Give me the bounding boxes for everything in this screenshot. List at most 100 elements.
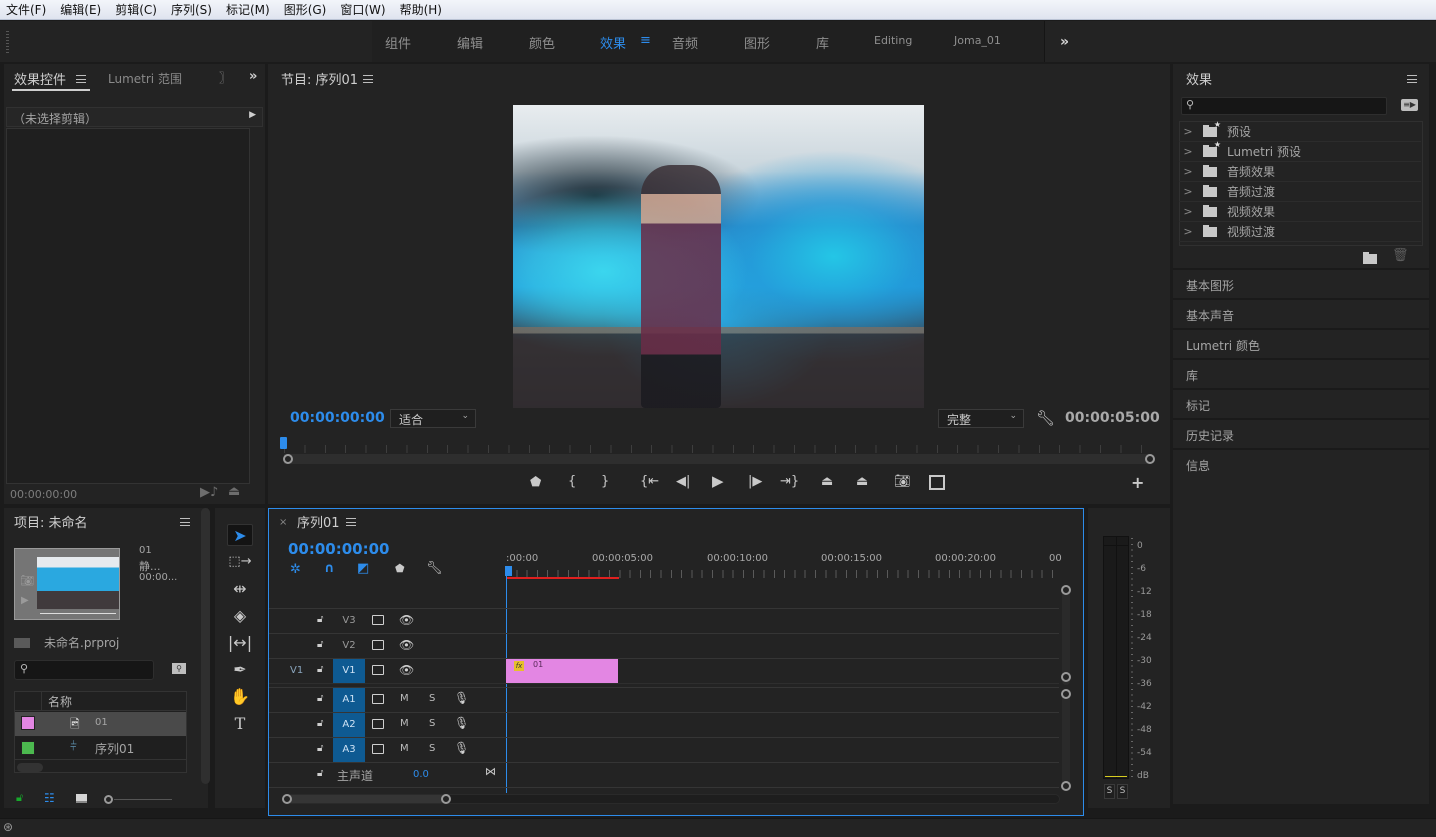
scroll-handle[interactable] (1061, 585, 1071, 595)
effects-search-input[interactable]: ⚲ (1181, 97, 1387, 115)
hand-tool-icon[interactable]: ✋ (227, 686, 253, 708)
list-item[interactable]: 🖻︎ 01 (15, 712, 186, 736)
slip-tool-icon[interactable]: |↔| (227, 632, 253, 654)
list-view-icon[interactable]: ☷ (44, 791, 55, 805)
nest-toggle-icon[interactable]: ✲ (290, 562, 301, 577)
timeline-clip[interactable]: fx 01 (506, 659, 618, 683)
video-preview[interactable] (513, 105, 924, 408)
microphone-icon[interactable]: 🎙︎ (454, 716, 469, 730)
go-to-end-icon[interactable]: ⋈ (485, 765, 496, 778)
solo-button[interactable]: S (429, 743, 435, 754)
menu-file[interactable]: 文件(F) (6, 1, 46, 18)
sync-lock-icon[interactable] (372, 744, 384, 754)
workspace-effects[interactable]: 效果 (600, 33, 626, 52)
comparison-view-icon[interactable] (929, 475, 945, 490)
effects-tree-item[interactable]: > 视频过渡 (1179, 222, 1421, 242)
audio-vertical-scrollbar[interactable] (1062, 692, 1070, 787)
expand-arrow-icon[interactable]: ▶ (249, 110, 256, 120)
mute-button[interactable]: M (400, 743, 409, 754)
chevron-right-icon[interactable]: > (1179, 125, 1197, 138)
workspace-editing-cn[interactable]: 编辑 (457, 33, 483, 52)
workspace-graphics[interactable]: 图形 (744, 33, 770, 52)
tab-effect-controls[interactable]: 效果控件 (14, 69, 66, 88)
lock-icon[interactable]: 🔓︎ (317, 639, 323, 650)
workspace-libraries[interactable]: 库 (816, 33, 829, 52)
solo-button[interactable]: S (429, 718, 435, 729)
extract-icon[interactable]: ⏏ (856, 474, 868, 489)
zoom-level-select[interactable]: 适合 ⌄ (390, 409, 476, 428)
menu-marker[interactable]: 标记(M) (226, 1, 270, 18)
scroll-handle-right[interactable] (441, 794, 451, 804)
effects-tree-item[interactable]: > 音频效果 (1179, 162, 1421, 182)
label-color-swatch[interactable] (21, 716, 35, 730)
track-target[interactable]: V2 (333, 634, 365, 658)
ripple-edit-tool-icon[interactable]: ⇹ (227, 578, 253, 600)
panel-tab[interactable]: 库 (1173, 358, 1429, 387)
add-button-icon[interactable]: + (1131, 473, 1144, 492)
chevron-right-icon[interactable]: > (1179, 145, 1197, 158)
master-volume[interactable]: 0.0 (413, 769, 429, 780)
sync-lock-icon[interactable] (372, 615, 384, 625)
label-color-swatch[interactable] (21, 741, 35, 755)
sync-lock-icon[interactable] (372, 719, 384, 729)
zoom-slider[interactable] (114, 799, 172, 800)
solo-button[interactable]: S (429, 693, 435, 704)
workspace-color[interactable]: 颜色 (529, 33, 555, 52)
lock-icon[interactable]: 🔓︎ (317, 768, 323, 779)
track-target[interactable]: V1 (333, 659, 365, 683)
effects-tree-item[interactable]: > 音频过渡 (1179, 182, 1421, 202)
workspace-assembly[interactable]: 组件 (385, 33, 411, 52)
chevron-right-icon[interactable]: > (1179, 205, 1197, 218)
timeline-timecode[interactable]: 00:00:00:00 (288, 540, 390, 558)
lock-icon[interactable]: 🔓︎ (317, 743, 323, 754)
track-target[interactable]: A2 (333, 713, 365, 737)
export-icon[interactable]: ⏏ (228, 484, 240, 499)
microphone-icon[interactable]: 🎙︎ (454, 741, 469, 755)
scroll-handle[interactable] (1061, 672, 1071, 682)
icon-view-icon[interactable] (76, 794, 87, 803)
find-icon[interactable]: ⚲ (172, 663, 186, 674)
add-marker-icon[interactable]: ⬟ (395, 562, 405, 575)
track-select-tool-icon[interactable]: ⬚→ (227, 551, 253, 573)
zoom-slider-handle[interactable] (104, 795, 113, 804)
zoom-handle-right[interactable] (1145, 454, 1155, 464)
source-patch[interactable]: V1 (290, 665, 303, 676)
snap-icon[interactable]: ∩ (324, 561, 335, 576)
export-frame-icon[interactable]: 📷︎ (894, 474, 911, 489)
step-back-icon[interactable]: ◀| (676, 474, 690, 489)
wrench-icon[interactable]: 🔧︎ (1036, 409, 1055, 427)
pen-tool-icon[interactable]: ✒ (227, 659, 253, 681)
sync-lock-icon[interactable] (372, 694, 384, 704)
scroll-thumb[interactable] (287, 795, 445, 803)
chevron-right-icon[interactable]: > (1179, 185, 1197, 198)
timeline-settings-icon[interactable]: 🔧︎ (426, 561, 443, 576)
project-search-input[interactable]: ⚲ (14, 660, 154, 680)
tab-overflow[interactable]: 〗 (219, 69, 231, 86)
timeline-tab[interactable]: 序列01 (297, 512, 340, 531)
menu-sequence[interactable]: 序列(S) (171, 1, 212, 18)
type-tool-icon[interactable]: T (227, 713, 253, 735)
chevron-right-icon[interactable]: > (1179, 165, 1197, 178)
scroll-handle-left[interactable] (282, 794, 292, 804)
lock-icon[interactable]: 🔓︎ (317, 664, 323, 675)
timeline-menu-icon[interactable] (346, 518, 356, 526)
track-target[interactable]: A3 (333, 738, 365, 762)
project-scrollbar[interactable] (201, 508, 210, 784)
mark-out-icon[interactable]: } (601, 474, 609, 489)
panel-menu-icon[interactable] (76, 75, 86, 83)
track-target[interactable]: A1 (333, 688, 365, 712)
lock-icon[interactable]: 🔓︎ (16, 791, 23, 805)
sync-lock-icon[interactable] (372, 640, 384, 650)
microphone-icon[interactable]: 🎙︎ (454, 691, 469, 705)
lock-icon[interactable]: 🔓︎ (317, 693, 323, 704)
mute-button[interactable]: M (400, 693, 409, 704)
selection-tool-icon[interactable]: ➤ (227, 524, 253, 546)
effects-tree-item[interactable]: > Lumetri 预设 (1179, 140, 1421, 162)
play-icon[interactable]: ▶ (712, 472, 724, 490)
panel-tab[interactable]: 基本声音 (1173, 298, 1429, 327)
lock-icon[interactable]: 🔓︎ (317, 718, 323, 729)
delete-icon[interactable]: 🗑︎ (1392, 248, 1409, 263)
workspace-audio[interactable]: 音频 (672, 33, 698, 52)
go-to-out-icon[interactable]: ⇥} (780, 474, 799, 489)
horizontal-scrollbar[interactable] (17, 763, 43, 772)
